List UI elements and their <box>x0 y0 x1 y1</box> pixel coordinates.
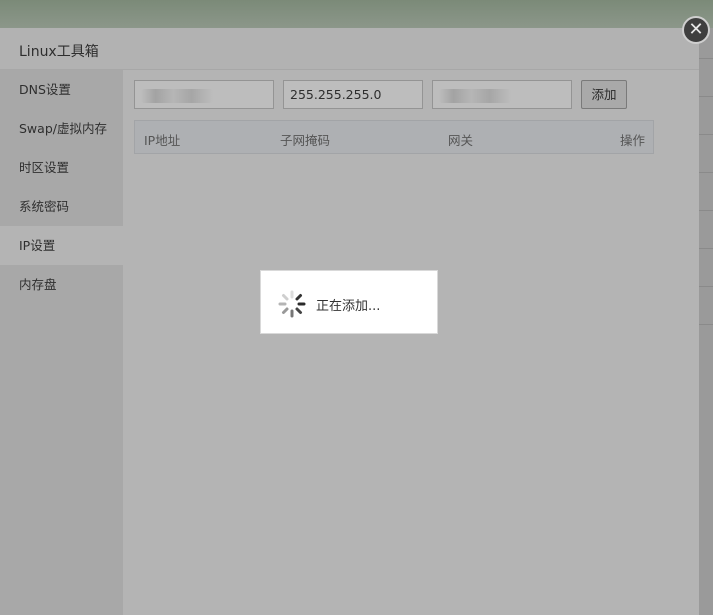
loading-popup: 正在添加... <box>260 270 438 334</box>
ip-table-header: IP地址 子网掩码 网关 操作 <box>134 120 654 154</box>
gateway-input[interactable] <box>432 80 572 109</box>
netmask-input[interactable]: 255.255.255.0 <box>283 80 423 109</box>
loading-text: 正在添加... <box>316 299 381 314</box>
add-ip-button[interactable]: 添加 <box>581 80 627 109</box>
sidebar-item-ramdisk[interactable]: 内存盘 <box>0 265 123 304</box>
redacted-blur <box>141 89 213 103</box>
ip-address-input[interactable] <box>134 80 274 109</box>
loading-spinner-icon <box>278 290 306 318</box>
sidebar-item-timezone[interactable]: 时区设置 <box>0 148 123 187</box>
dialog-title-bar: Linux工具箱 <box>0 28 699 70</box>
sidebar-item-swap[interactable]: Swap/虚拟内存 <box>0 109 123 148</box>
dialog-title: Linux工具箱 <box>19 44 99 60</box>
sidebar: DNS设置 Swap/虚拟内存 时区设置 系统密码 IP设置 内存盘 <box>0 70 123 615</box>
close-dialog-button[interactable]: ✕ <box>682 16 710 44</box>
sidebar-item-ip[interactable]: IP设置 <box>0 226 123 265</box>
background-page-strip <box>699 28 713 615</box>
ip-settings-panel: 255.255.255.0 添加 IP地址 子网掩码 网关 操作 <box>123 70 699 615</box>
sidebar-item-dns[interactable]: DNS设置 <box>0 70 123 109</box>
column-header-ip: IP地址 <box>144 133 181 148</box>
sidebar-item-system-password[interactable]: 系统密码 <box>0 187 123 226</box>
background-page-header <box>0 0 713 28</box>
column-header-actions: 操作 <box>619 133 645 148</box>
column-header-gateway: 网关 <box>448 133 474 148</box>
netmask-value: 255.255.255.0 <box>290 87 382 102</box>
close-icon: ✕ <box>688 19 704 40</box>
redacted-blur <box>439 89 511 103</box>
column-header-netmask: 子网掩码 <box>280 133 331 148</box>
